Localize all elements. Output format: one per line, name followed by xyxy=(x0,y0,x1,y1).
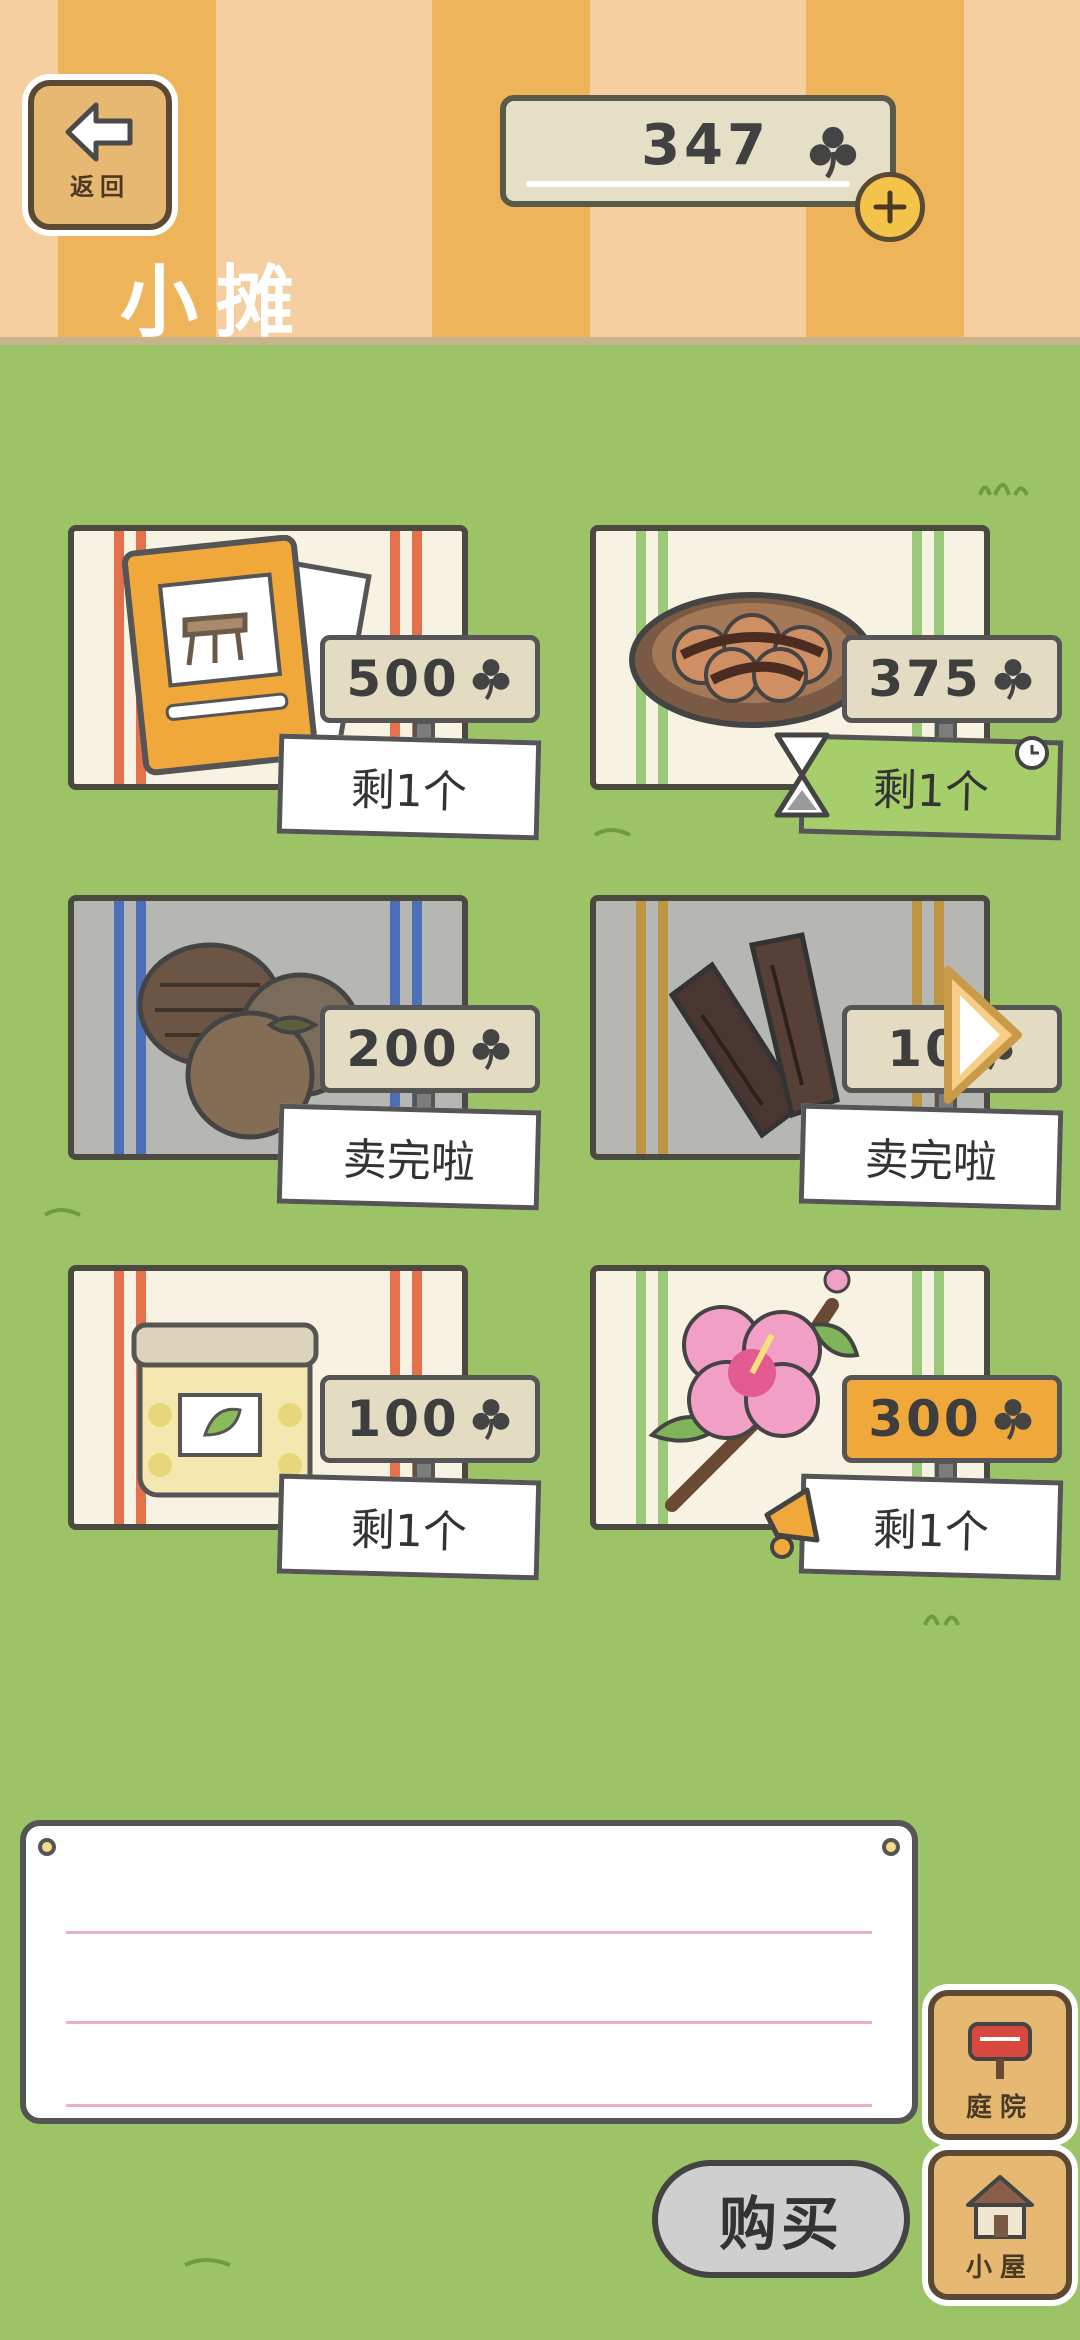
item-price: 200 xyxy=(346,1020,460,1078)
clover-icon xyxy=(472,659,510,701)
clover-icon xyxy=(472,1029,510,1071)
shop-item-pinecone[interactable]: 200 卖完啦 xyxy=(50,895,542,1225)
mailbox-icon xyxy=(968,2022,1032,2079)
price-tag: 300 xyxy=(842,1375,1062,1482)
grass-tuft-icon xyxy=(923,1614,960,1626)
grass-tuft-icon xyxy=(978,483,1029,496)
item-price: 500 xyxy=(346,650,460,708)
shop-item-hibiscus[interactable]: 300 剩1个 xyxy=(572,1265,1064,1595)
clover-balance: 347 xyxy=(500,95,896,207)
price-tag: 200 xyxy=(320,1005,540,1112)
item-price: 300 xyxy=(868,1390,982,1448)
buy-button[interactable]: 购买 xyxy=(652,2160,910,2278)
clover-icon xyxy=(994,659,1032,701)
price-tag: 100 xyxy=(320,1375,540,1482)
clock-icon xyxy=(1015,736,1049,770)
stock-label: 剩1个 xyxy=(276,733,542,841)
shop-item-dango[interactable]: 375 剩1个 xyxy=(572,525,1064,855)
house-button[interactable]: 小屋 xyxy=(928,2150,1072,2300)
price-tag: 375 xyxy=(842,635,1062,742)
house-icon xyxy=(966,2175,1034,2239)
message-board xyxy=(20,1820,918,2124)
stock-label: 剩1个 xyxy=(798,1473,1064,1581)
hourglass-icon xyxy=(774,732,830,818)
megaphone-icon xyxy=(764,1487,820,1559)
yard-button[interactable]: 庭院 xyxy=(928,1990,1072,2140)
back-label: 返回 xyxy=(70,172,130,201)
yard-label: 庭院 xyxy=(965,2093,1034,2123)
clover-icon xyxy=(472,1399,510,1441)
pin-icon xyxy=(882,1838,900,1856)
pin-icon xyxy=(38,1838,56,1856)
shop-item-bean-jar[interactable]: 100 剩1个 xyxy=(50,1265,542,1595)
shop-item-catalog[interactable]: 500 剩1个 xyxy=(50,525,542,855)
back-button[interactable]: 返回 xyxy=(28,80,172,230)
plus-icon xyxy=(873,190,907,224)
item-price: 100 xyxy=(346,1390,460,1448)
stock-label: 卖完啦 xyxy=(276,1103,542,1211)
house-label: 小屋 xyxy=(965,2253,1034,2283)
clover-icon xyxy=(994,1399,1032,1441)
grass-tuft-icon xyxy=(184,2258,231,2267)
clover-icon xyxy=(809,126,857,179)
page-title: 小摊 xyxy=(120,258,313,348)
add-clover-button[interactable] xyxy=(855,172,925,242)
back-arrow-icon xyxy=(65,102,133,161)
balance-underline xyxy=(526,181,850,187)
clover-count: 347 xyxy=(641,113,770,178)
price-tag: 500 xyxy=(320,635,540,742)
stock-label: 剩1个 xyxy=(276,1473,542,1581)
stock-label: 卖完啦 xyxy=(798,1103,1064,1211)
item-price: 375 xyxy=(868,650,982,708)
next-page-arrow-icon[interactable] xyxy=(938,960,1028,1110)
